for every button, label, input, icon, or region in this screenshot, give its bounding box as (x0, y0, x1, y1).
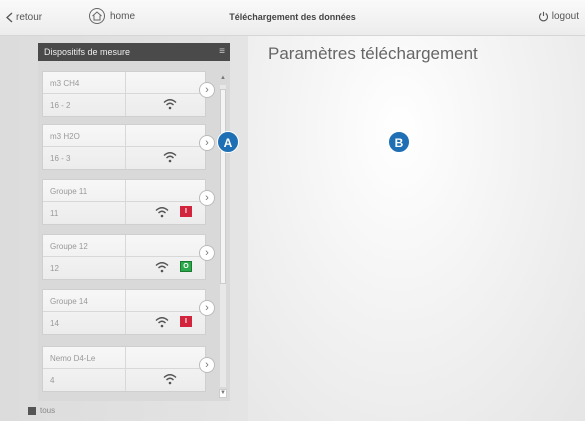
main-title: Paramètres téléchargement (268, 44, 478, 63)
status-badge: O (180, 261, 192, 272)
menu-icon[interactable]: ≡ (219, 46, 225, 57)
checkbox-icon[interactable] (28, 406, 36, 415)
wifi-icon (155, 262, 169, 273)
device-card[interactable]: Groupe 14 14 I › (42, 289, 215, 335)
device-value: 11 (50, 209, 59, 218)
callout-marker-b: B (388, 131, 410, 153)
chevron-right-icon[interactable]: › (199, 190, 215, 206)
device-value: 14 (50, 319, 59, 328)
device-value: 12 (50, 264, 59, 273)
device-list: m3 CH4 16 - 2 › m3 H2O 16 - 3 › Groupe 1… (38, 61, 230, 401)
device-value: 16 - 2 (50, 101, 71, 110)
logout-label: logout (551, 11, 579, 22)
device-name: Groupe 12 (50, 242, 88, 251)
chevron-right-icon[interactable]: › (199, 82, 215, 98)
back-button[interactable]: retour (6, 12, 42, 23)
device-card[interactable]: m3 CH4 16 - 2 › (42, 71, 215, 117)
device-card[interactable]: Nemo D4-Le 4 › (42, 346, 215, 392)
chevron-left-icon (6, 12, 13, 23)
wifi-icon (155, 317, 169, 328)
scroll-up-icon[interactable]: ▲ (219, 75, 227, 81)
home-label: home (110, 10, 136, 22)
wifi-icon (163, 374, 177, 385)
scroll-down-icon[interactable]: ▼ (219, 389, 227, 398)
callout-marker-a: A (217, 131, 239, 153)
main-area (248, 36, 585, 421)
status-badge: I (180, 316, 192, 327)
chevron-right-icon[interactable]: › (199, 245, 215, 261)
scrollbar-thumb[interactable] (220, 89, 226, 284)
logout-button[interactable]: logout (538, 11, 579, 22)
device-name: Nemo D4-Le (50, 354, 96, 363)
select-all-toggle[interactable]: tous (28, 406, 55, 415)
home-icon (89, 8, 105, 24)
power-icon (538, 11, 548, 22)
home-button[interactable]: home (88, 8, 135, 24)
chevron-right-icon[interactable]: › (199, 357, 215, 373)
device-card[interactable]: m3 H2O 16 - 3 › (42, 124, 215, 170)
device-card[interactable]: Groupe 12 12 O › (42, 234, 215, 280)
wifi-icon (155, 207, 169, 218)
device-name: Groupe 11 (50, 187, 88, 196)
list-scrollbar[interactable]: ▲ ▼ (219, 75, 227, 398)
device-value: 4 (50, 376, 55, 385)
select-all-label: tous (40, 406, 56, 415)
device-card[interactable]: Groupe 11 11 I › (42, 179, 215, 225)
status-badge: I (180, 206, 192, 217)
panel-title: Dispositifs de mesure (44, 47, 131, 57)
chevron-right-icon[interactable]: › (199, 300, 215, 316)
panel-header: Dispositifs de mesure ≡ (38, 43, 230, 61)
back-label: retour (16, 12, 43, 23)
wifi-icon (163, 99, 177, 110)
device-name: m3 CH4 (50, 79, 80, 88)
wifi-icon (163, 152, 177, 163)
device-name: Groupe 14 (50, 297, 88, 306)
device-name: m3 H2O (50, 132, 80, 141)
chevron-right-icon[interactable]: › (199, 135, 215, 151)
top-bar: retour home Téléchargement des données l… (0, 0, 585, 36)
device-value: 16 - 3 (50, 154, 71, 163)
